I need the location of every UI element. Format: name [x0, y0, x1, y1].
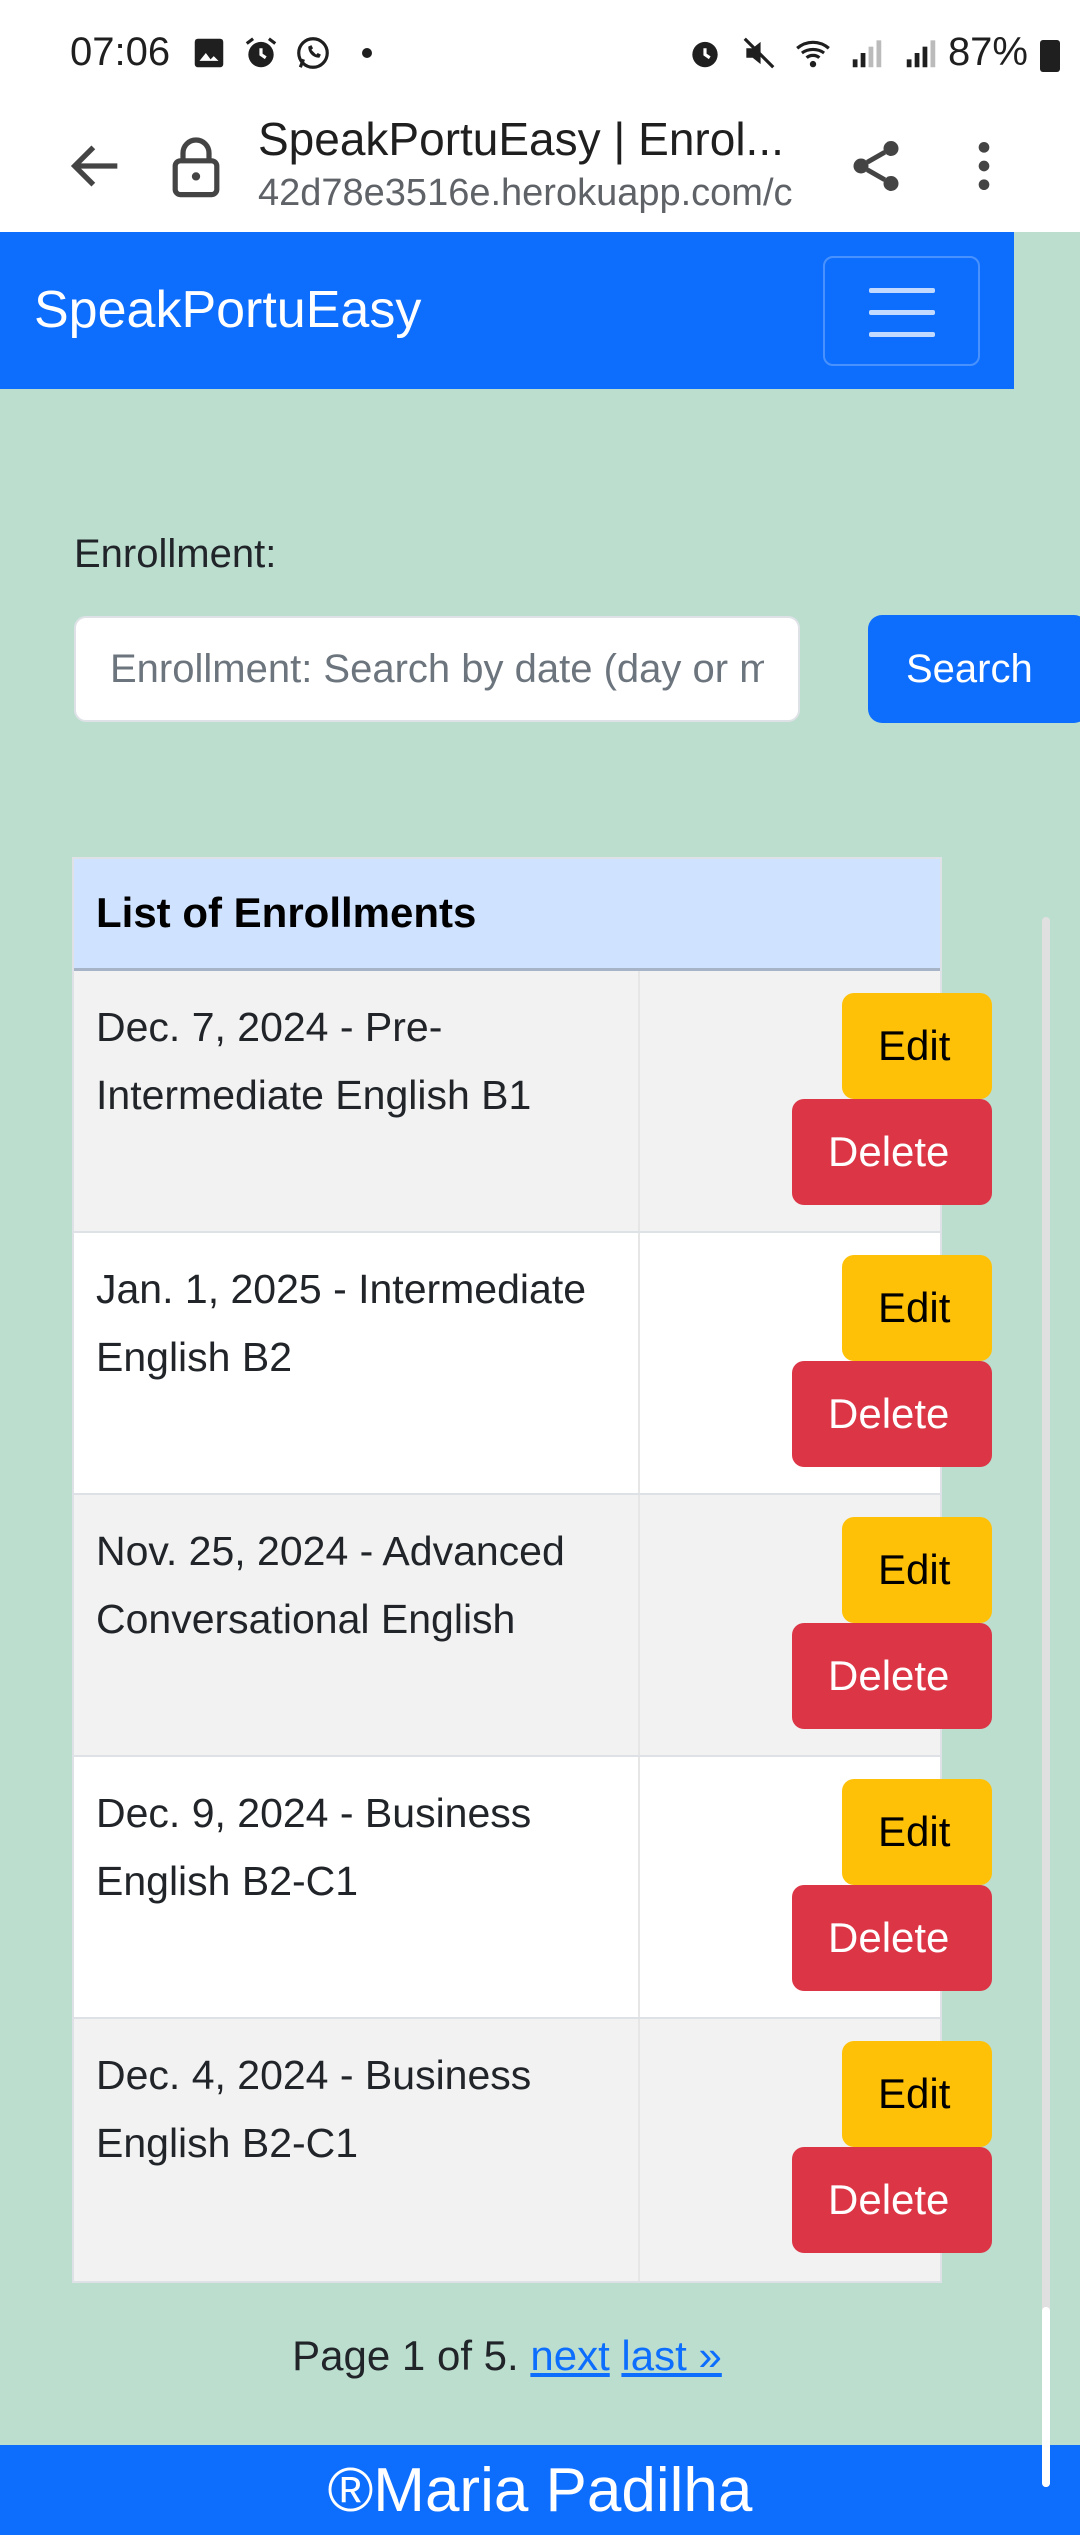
browser-toolbar: SpeakPortuEasy | Enrol... 42d78e3516e.he… [0, 110, 1080, 232]
navbar-toggler-button[interactable] [823, 256, 980, 366]
hamburger-icon [869, 310, 935, 315]
signal-icon [906, 40, 936, 68]
footer-text: ®Maria Padilha [327, 2456, 753, 2525]
row-actions: Edit Delete [640, 2019, 992, 2281]
status-time: 07:06 [70, 30, 171, 74]
lock-icon[interactable] [170, 134, 222, 198]
row-actions: Edit Delete [640, 1757, 992, 2017]
page-title[interactable]: SpeakPortuEasy | Enrol... [258, 112, 818, 166]
hamburger-icon [869, 332, 935, 337]
edit-button[interactable]: Edit [842, 993, 992, 1099]
mute-icon [743, 37, 775, 69]
signal-icon [852, 40, 882, 68]
row-actions: Edit Delete [640, 1495, 992, 1755]
wifi-icon [796, 40, 830, 68]
enrollment-text: Dec. 4, 2024 - Business English B2-C1 [74, 2019, 640, 2281]
edit-button[interactable]: Edit [842, 1517, 992, 1623]
hamburger-icon [869, 288, 935, 293]
more-vert-icon[interactable] [962, 134, 1006, 198]
page-status: Page 1 of 5. [292, 2332, 519, 2379]
enrollment-text: Jan. 1, 2025 - Intermediate English B2 [74, 1233, 640, 1493]
footer: ®Maria Padilha [0, 2445, 1080, 2535]
enrollment-text: Nov. 25, 2024 - Advanced Conversational … [74, 1495, 640, 1755]
search-input[interactable] [74, 616, 800, 722]
enrollment-text: Dec. 7, 2024 - Pre-Intermediate English … [74, 971, 640, 1231]
row-actions: Edit Delete [640, 971, 992, 1231]
page-body: SpeakPortuEasy Enrollment: Search List o… [0, 232, 1080, 2535]
battery-icon [1040, 40, 1060, 72]
status-icons-left [190, 34, 372, 72]
edit-button[interactable]: Edit [842, 2041, 992, 2147]
search-button[interactable]: Search [868, 615, 1080, 723]
list-item: Dec. 9, 2024 - Business English B2-C1 Ed… [74, 1757, 992, 2019]
image-icon [194, 38, 224, 68]
navbar: SpeakPortuEasy [0, 232, 1014, 389]
delete-button[interactable]: Delete [792, 2147, 992, 2253]
edit-button[interactable]: Edit [842, 1779, 992, 1885]
status-bar: 07:06 87% [0, 0, 1080, 110]
list-header: List of Enrollments [74, 859, 940, 971]
list-item: Jan. 1, 2025 - Intermediate English B2 E… [74, 1233, 992, 1495]
notification-dot [362, 48, 372, 58]
list-item: Dec. 4, 2024 - Business English B2-C1 Ed… [74, 2019, 992, 2281]
delete-button[interactable]: Delete [792, 1885, 992, 1991]
row-actions: Edit Delete [640, 1233, 992, 1493]
last-page-link[interactable]: last » [621, 2332, 721, 2379]
scrollbar-thumb[interactable] [1042, 2307, 1050, 2487]
list-item: Nov. 25, 2024 - Advanced Conversational … [74, 1495, 992, 1757]
alarm-icon [245, 37, 277, 68]
whatsapp-icon [297, 37, 329, 69]
url-host[interactable]: 42d78e3516e.herokuapp.com/c [258, 172, 803, 215]
delete-button[interactable]: Delete [792, 1099, 992, 1205]
delete-button[interactable]: Delete [792, 1361, 992, 1467]
delete-button[interactable]: Delete [792, 1623, 992, 1729]
list-item: Dec. 7, 2024 - Pre-Intermediate English … [74, 971, 992, 1233]
alarm-icon [692, 41, 718, 68]
share-icon[interactable] [846, 134, 906, 198]
edit-button[interactable]: Edit [842, 1255, 992, 1361]
brand-link[interactable]: SpeakPortuEasy [34, 280, 421, 340]
search-label: Enrollment: [74, 532, 277, 576]
next-page-link[interactable]: next [530, 2332, 609, 2379]
pagination: Page 1 of 5. next last » [0, 2332, 1014, 2380]
back-arrow-icon[interactable] [64, 134, 128, 198]
scrollbar[interactable] [1042, 917, 1050, 2487]
enrollment-list: List of Enrollments Dec. 7, 2024 - Pre-I… [72, 857, 992, 2283]
enrollment-text: Dec. 9, 2024 - Business English B2-C1 [74, 1757, 640, 2017]
battery-level: 87% [947, 30, 1028, 74]
status-icons-right [686, 34, 940, 72]
